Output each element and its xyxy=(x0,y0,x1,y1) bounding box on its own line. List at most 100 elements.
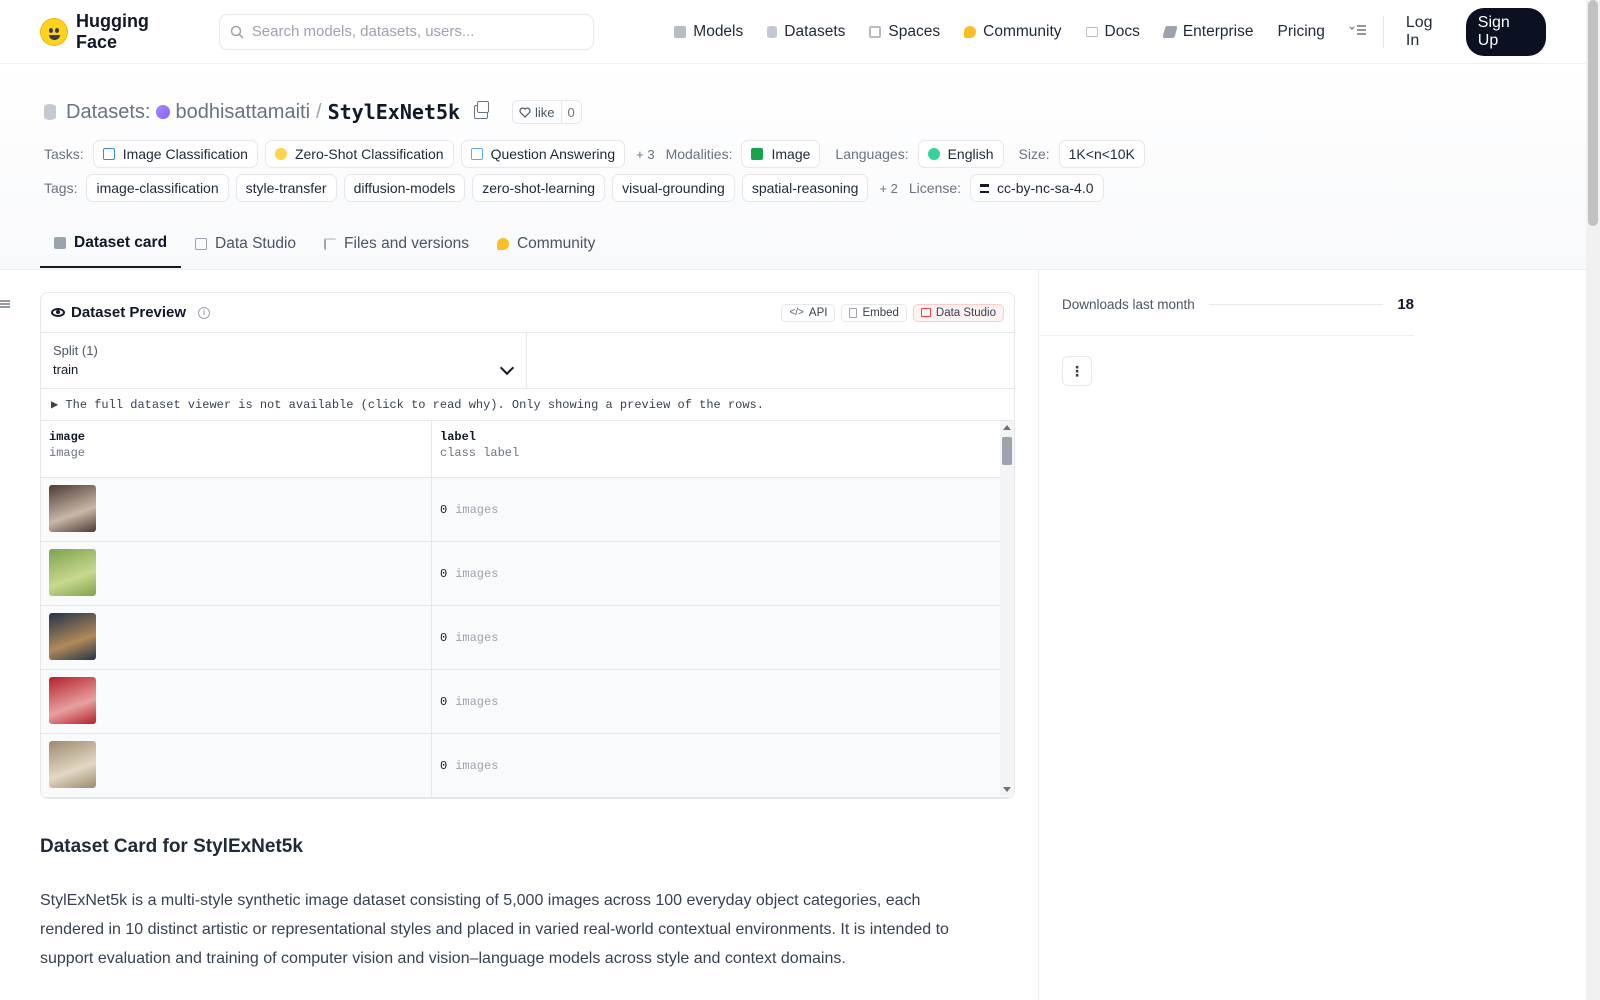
table-row[interactable]: 0 images xyxy=(41,606,1014,670)
embed-button[interactable]: Embed xyxy=(841,303,907,322)
column-name: label xyxy=(440,430,477,444)
split-value: train xyxy=(53,362,79,377)
sidebar-toggle-icon[interactable] xyxy=(0,298,10,312)
info-icon[interactable]: i xyxy=(198,306,211,319)
tag-chip[interactable]: diffusion-models xyxy=(343,174,466,202)
search-box[interactable] xyxy=(218,13,595,50)
data-studio-label: Data Studio xyxy=(935,306,996,319)
image-thumbnail[interactable] xyxy=(49,549,96,596)
image-cell xyxy=(41,478,432,541)
table-row[interactable]: 0 images xyxy=(41,734,1014,798)
database-icon xyxy=(44,104,56,120)
scroll-down-icon[interactable] xyxy=(1003,787,1011,792)
more-menu-icon[interactable] xyxy=(1349,23,1367,41)
tag-chip[interactable]: image-classification xyxy=(86,174,229,202)
tag-chip[interactable]: style-transfer xyxy=(235,174,337,202)
column-type: class label xyxy=(440,446,520,460)
modality-chip-image[interactable]: Image xyxy=(741,140,821,168)
image-cell xyxy=(41,670,432,733)
task-chip-image-classification[interactable]: Image Classification xyxy=(92,140,258,168)
owner-link[interactable]: bodhisattamaiti xyxy=(156,101,310,124)
tab-label: Data Studio xyxy=(215,235,297,252)
task-label: Image Classification xyxy=(122,146,248,162)
nav-models[interactable]: Models xyxy=(662,0,755,64)
nav-pricing-label: Pricing xyxy=(1277,22,1325,40)
license-chip[interactable]: cc-by-nc-sa-4.0 xyxy=(970,174,1104,202)
nav-divider xyxy=(1382,15,1384,48)
dataset-tabs: Dataset card Data Studio Files and versi… xyxy=(40,220,609,270)
enterprise-icon xyxy=(1162,25,1178,38)
label-text: images xyxy=(455,758,499,773)
image-cell xyxy=(41,542,432,605)
login-link[interactable]: Log In xyxy=(1396,14,1460,50)
nav-spaces[interactable]: Spaces xyxy=(857,0,952,64)
label-value: 0 xyxy=(440,566,448,581)
files-icon xyxy=(324,238,337,250)
tab-data-studio[interactable]: Data Studio xyxy=(181,220,310,268)
nav-spaces-label: Spaces xyxy=(888,22,941,40)
like-button[interactable]: like 0 xyxy=(512,100,582,124)
modalities-label: Modalities: xyxy=(665,146,733,162)
label-cell: 0 images xyxy=(432,670,999,733)
nav-pricing[interactable]: Pricing xyxy=(1266,0,1337,64)
data-studio-button[interactable]: Data Studio xyxy=(912,303,1004,322)
task-chip-question-answering[interactable]: Question Answering xyxy=(460,140,626,168)
table-row[interactable]: 0 images xyxy=(41,542,1014,606)
viewer-unavailable-note[interactable]: ▶ The full dataset viewer is not availab… xyxy=(41,389,1014,421)
image-classification-icon xyxy=(102,148,115,160)
image-thumbnail[interactable] xyxy=(49,613,96,660)
cube-icon xyxy=(674,25,687,38)
brand-logo[interactable]: Hugging Face xyxy=(40,11,195,53)
split-select[interactable]: Split (1) train xyxy=(41,333,527,388)
dataset-header: Datasets: bodhisattamaiti / StylExNet5k … xyxy=(0,64,1586,270)
nav-enterprise[interactable]: Enterprise xyxy=(1152,0,1266,64)
nav-community[interactable]: Community xyxy=(952,0,1073,64)
scroll-up-icon[interactable] xyxy=(1003,425,1011,430)
modality-label: Image xyxy=(771,146,811,162)
dataset-name[interactable]: StylExNet5k xyxy=(328,100,460,124)
image-thumbnail[interactable] xyxy=(49,677,96,724)
copy-icon[interactable] xyxy=(474,101,490,119)
table-row[interactable]: 0 images xyxy=(41,478,1014,542)
column-header-label[interactable]: label class label xyxy=(432,421,999,477)
size-chip[interactable]: 1K<n<10K xyxy=(1058,140,1145,168)
preview-table: image image label class label 0 images 0 im… xyxy=(41,421,1014,798)
downloads-value: 18 xyxy=(1397,296,1414,313)
tag-chip[interactable]: spatial-reasoning xyxy=(741,174,869,202)
scrollbar-thumb[interactable] xyxy=(1002,437,1012,465)
language-chip-english[interactable]: English xyxy=(917,140,1004,168)
table-body: 0 images 0 images 0 images 0 images 0 images xyxy=(41,478,1014,798)
heart-icon xyxy=(519,106,531,118)
table-row[interactable]: 0 images xyxy=(41,670,1014,734)
image-cell xyxy=(41,734,432,797)
image-thumbnail[interactable] xyxy=(49,741,96,788)
nav-datasets-label: Datasets xyxy=(784,22,846,40)
nav-docs[interactable]: Docs xyxy=(1074,0,1152,64)
search-input[interactable] xyxy=(251,23,572,40)
page-scrollbar[interactable] xyxy=(1586,0,1600,1000)
search-icon xyxy=(230,25,244,39)
size-label: Size: xyxy=(1018,146,1050,162)
tasks-row: Tasks: Image Classification Zero-Shot Cl… xyxy=(44,140,1145,168)
page-scrollbar-thumb[interactable] xyxy=(1588,0,1598,226)
tasks-more[interactable]: + 3 xyxy=(636,147,654,162)
tag-chip[interactable]: zero-shot-learning xyxy=(472,174,606,202)
table-scrollbar[interactable] xyxy=(1000,421,1014,796)
tab-dataset-card[interactable]: Dataset card xyxy=(40,220,182,268)
nav-datasets[interactable]: Datasets xyxy=(755,0,857,64)
label-text: images xyxy=(455,694,499,709)
label-cell: 0 images xyxy=(432,606,999,669)
tab-community[interactable]: Community xyxy=(483,220,609,268)
tags-more[interactable]: + 2 xyxy=(879,181,897,196)
image-thumbnail[interactable] xyxy=(49,485,96,532)
column-header-image[interactable]: image image xyxy=(41,421,432,477)
hugging-face-logo-icon xyxy=(40,17,68,46)
sidebar-divider-horizontal xyxy=(1040,335,1414,336)
api-button[interactable]: </> API xyxy=(781,303,836,322)
tag-chip[interactable]: visual-grounding xyxy=(612,174,735,202)
datasets-link[interactable]: Datasets: xyxy=(66,101,150,124)
tab-files-and-versions[interactable]: Files and versions xyxy=(310,220,483,268)
more-options-button[interactable]: ⋮ xyxy=(1062,356,1092,386)
task-chip-zero-shot[interactable]: Zero-Shot Classification xyxy=(264,140,454,168)
signup-button[interactable]: Sign Up xyxy=(1465,7,1546,56)
